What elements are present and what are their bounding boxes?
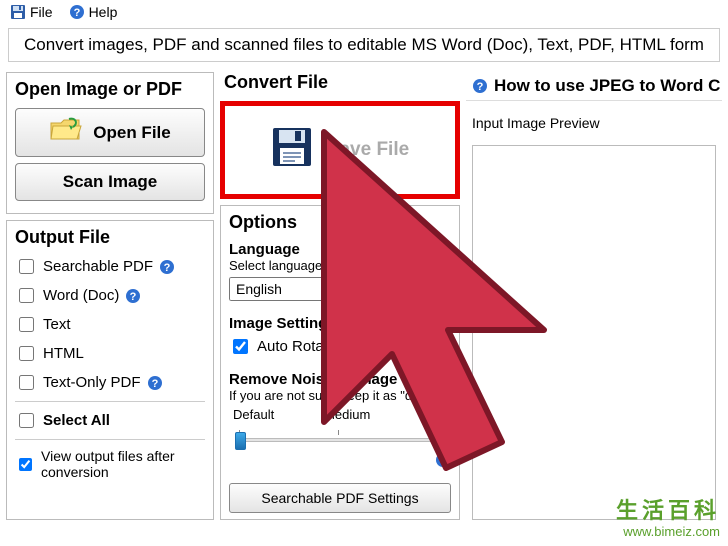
svg-text:?: ? <box>477 81 484 93</box>
noise-label-high: High <box>420 407 447 422</box>
menu-help[interactable]: ? Help <box>69 4 118 20</box>
convert-file-highlight: Save File <box>220 101 460 199</box>
open-file-button[interactable]: Open File <box>15 108 205 157</box>
noise-title: Remove Noise in Image <box>229 371 451 388</box>
open-image-panel: Open Image or PDF Open File Scan Image <box>6 72 214 214</box>
convert-file-title: Convert File <box>224 72 460 93</box>
slider-thumb[interactable] <box>235 432 246 450</box>
output-word[interactable]: Word (Doc) ? <box>15 285 205 306</box>
banner-description: Convert images, PDF and scanned files to… <box>8 28 720 62</box>
floppy-icon <box>271 126 313 174</box>
output-searchable-pdf-checkbox[interactable] <box>19 259 34 274</box>
output-file-title: Output File <box>15 227 205 248</box>
watermark: 生活百科 www.bimeiz.com <box>616 498 720 540</box>
deskew-checkbox[interactable] <box>358 339 373 354</box>
output-word-checkbox[interactable] <box>19 288 34 303</box>
noise-label-medium: Medium <box>324 407 370 422</box>
help-icon[interactable]: ? <box>125 288 141 304</box>
slider-track <box>235 438 445 442</box>
options-title: Options <box>229 212 451 233</box>
divider <box>15 401 205 402</box>
scan-image-label: Scan Image <box>63 172 158 192</box>
noise-slider[interactable] <box>235 426 445 448</box>
divider <box>15 439 205 440</box>
watermark-url: www.bimeiz.com <box>616 524 720 540</box>
deskew-label: Desk <box>382 338 416 355</box>
view-output-files-checkbox[interactable] <box>19 458 32 471</box>
svg-text:?: ? <box>164 262 171 274</box>
save-file-button[interactable]: Save File <box>235 116 445 184</box>
help-icon[interactable]: ? <box>435 452 451 468</box>
select-all[interactable]: Select All <box>15 410 205 431</box>
output-file-panel: Output File Searchable PDF ? Word (Doc) … <box>6 220 214 520</box>
svg-text:?: ? <box>73 7 80 19</box>
howto-label: How to use JPEG to Word C <box>494 76 720 96</box>
save-file-label: Save File <box>327 139 409 161</box>
input-preview-box <box>472 145 716 520</box>
language-desc: Select language in input file <box>229 258 451 273</box>
output-text-only-pdf[interactable]: Text-Only PDF ? <box>15 372 205 393</box>
output-searchable-pdf[interactable]: Searchable PDF ? <box>15 256 205 277</box>
save-icon <box>10 4 26 20</box>
folder-icon <box>49 117 83 148</box>
output-text-checkbox[interactable] <box>19 317 34 332</box>
watermark-cn: 生活百科 <box>616 498 720 524</box>
svg-text:?: ? <box>130 291 137 303</box>
deskew[interactable]: Desk <box>354 336 416 357</box>
output-html-label: HTML <box>43 345 84 362</box>
output-text-only-pdf-label: Text-Only PDF <box>43 374 141 391</box>
select-all-checkbox[interactable] <box>19 413 34 428</box>
help-icon: ? <box>69 4 85 20</box>
view-output-files-label: View output files after conversion <box>41 448 205 480</box>
searchable-pdf-settings-button[interactable]: Searchable PDF Settings <box>229 483 451 513</box>
svg-text:?: ? <box>440 455 447 467</box>
input-preview-label: Input Image Preview <box>466 107 722 139</box>
convert-file-section: Convert File Save File <box>220 72 460 199</box>
auto-rotate[interactable]: Auto Rotate <box>229 336 336 357</box>
noise-desc: If you are not sure, keep it as "defa <box>229 388 451 403</box>
help-icon[interactable]: ? <box>147 375 163 391</box>
help-icon: ? <box>472 78 488 94</box>
menu-help-label: Help <box>89 4 118 20</box>
auto-rotate-checkbox[interactable] <box>233 339 248 354</box>
slider-tick <box>338 430 339 435</box>
output-searchable-pdf-label: Searchable PDF <box>43 258 153 275</box>
image-settings-title: Image Settings <box>229 315 451 332</box>
menu-file-label: File <box>30 4 53 20</box>
view-output-files[interactable]: View output files after conversion <box>15 448 205 480</box>
slider-tick <box>437 430 438 435</box>
output-html-checkbox[interactable] <box>19 346 34 361</box>
auto-rotate-label: Auto Rotate <box>257 338 336 355</box>
output-text-label: Text <box>43 316 71 333</box>
howto-title[interactable]: ? How to use JPEG to Word C <box>466 72 722 101</box>
menu-bar: File ? Help <box>0 0 728 24</box>
scan-image-button[interactable]: Scan Image <box>15 163 205 201</box>
open-image-title: Open Image or PDF <box>15 79 205 100</box>
menu-file[interactable]: File <box>10 4 53 20</box>
output-text[interactable]: Text <box>15 314 205 335</box>
output-html[interactable]: HTML <box>15 343 205 364</box>
open-file-label: Open File <box>93 123 170 143</box>
preview-column: ? How to use JPEG to Word C Input Image … <box>466 72 722 520</box>
svg-text:?: ? <box>151 378 158 390</box>
noise-labels: Default Medium High <box>233 407 447 422</box>
select-all-label: Select All <box>43 412 110 429</box>
options-panel: Options Language Select language in inpu… <box>220 205 460 520</box>
output-word-label: Word (Doc) <box>43 287 119 304</box>
noise-label-default: Default <box>233 407 274 422</box>
language-select[interactable]: English <box>229 277 451 301</box>
output-text-only-pdf-checkbox[interactable] <box>19 375 34 390</box>
help-icon[interactable]: ? <box>159 259 175 275</box>
language-title: Language <box>229 241 451 258</box>
